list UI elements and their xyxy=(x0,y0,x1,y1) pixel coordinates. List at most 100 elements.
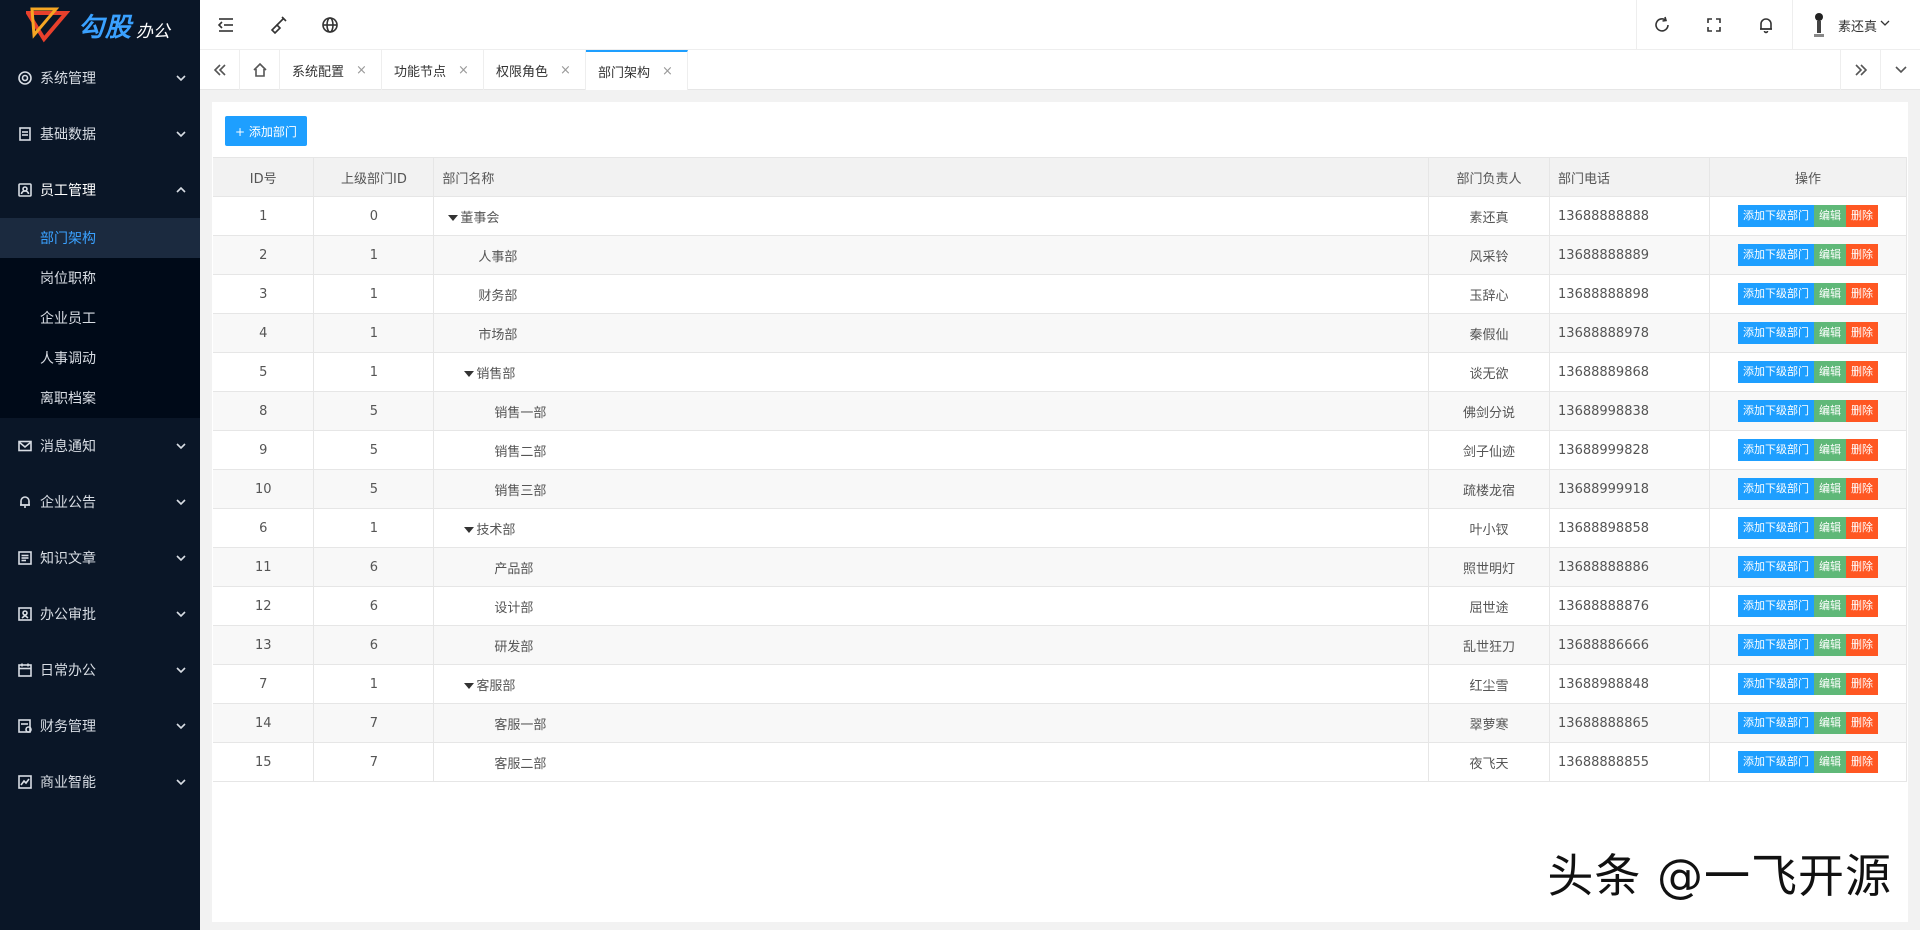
edit-button[interactable]: 编辑 xyxy=(1814,400,1846,422)
delete-button[interactable]: 删除 xyxy=(1846,712,1878,734)
delete-button[interactable]: 删除 xyxy=(1846,556,1878,578)
delete-button[interactable]: 删除 xyxy=(1846,517,1878,539)
edit-button[interactable]: 编辑 xyxy=(1814,751,1846,773)
edit-button[interactable]: 编辑 xyxy=(1814,517,1846,539)
table-row[interactable]: 9 5 销售二部 剑子仙迹 13688999828 添加下级部门 编辑 删除 xyxy=(213,430,1907,470)
delete-button[interactable]: 删除 xyxy=(1846,283,1878,305)
edit-button[interactable]: 编辑 xyxy=(1814,322,1846,344)
tabs-scroll-left-icon[interactable] xyxy=(200,50,240,90)
table-row[interactable]: 13 6 研发部 乱世狂刀 13688886666 添加下级部门 编辑 删除 xyxy=(213,625,1907,665)
sidebar-item-finance[interactable]: 财务管理 xyxy=(0,698,200,754)
globe-icon[interactable] xyxy=(304,0,356,50)
edit-button[interactable]: 编辑 xyxy=(1814,478,1846,500)
sidebar-item-document[interactable]: 基础数据 xyxy=(0,106,200,162)
add-sub-department-button[interactable]: 添加下级部门 xyxy=(1738,244,1814,266)
logo[interactable]: 勾股 办公 xyxy=(0,0,200,50)
sidebar-subitem[interactable]: 人事调动 xyxy=(0,338,200,378)
table-row[interactable]: 1 0 董事会 素还真 13688888888 添加下级部门 编辑 删除 xyxy=(213,196,1907,236)
tab-item[interactable]: 系统配置 × xyxy=(280,50,382,90)
edit-button[interactable]: 编辑 xyxy=(1814,244,1846,266)
add-department-button[interactable]: + 添加部门 xyxy=(225,116,307,146)
close-icon[interactable]: × xyxy=(560,63,571,78)
edit-button[interactable]: 编辑 xyxy=(1814,556,1846,578)
user-menu[interactable]: 素还真 xyxy=(1810,0,1920,50)
delete-button[interactable]: 删除 xyxy=(1846,439,1878,461)
sidebar-item-mail[interactable]: 消息通知 xyxy=(0,418,200,474)
table-row[interactable]: 6 1 技术部 叶小钗 13688898858 添加下级部门 编辑 删除 xyxy=(213,508,1907,548)
tab-item[interactable]: 部门架构 × xyxy=(586,50,688,90)
tabs-scroll-right-icon[interactable] xyxy=(1840,50,1880,90)
delete-button[interactable]: 删除 xyxy=(1846,244,1878,266)
delete-button[interactable]: 删除 xyxy=(1846,361,1878,383)
sidebar-item-bell[interactable]: 企业公告 xyxy=(0,474,200,530)
table-row[interactable]: 2 1 人事部 风采铃 13688888889 添加下级部门 编辑 删除 xyxy=(213,235,1907,275)
sidebar-item-article[interactable]: 知识文章 xyxy=(0,530,200,586)
sidebar-subitem[interactable]: 部门架构 xyxy=(0,218,200,258)
table-row[interactable]: 11 6 产品部 照世明灯 13688888886 添加下级部门 编辑 删除 xyxy=(213,547,1907,587)
delete-button[interactable]: 删除 xyxy=(1846,205,1878,227)
add-sub-department-button[interactable]: 添加下级部门 xyxy=(1738,439,1814,461)
add-sub-department-button[interactable]: 添加下级部门 xyxy=(1738,400,1814,422)
add-sub-department-button[interactable]: 添加下级部门 xyxy=(1738,478,1814,500)
sidebar-subitem[interactable]: 岗位职称 xyxy=(0,258,200,298)
delete-button[interactable]: 删除 xyxy=(1846,478,1878,500)
table-row[interactable]: 15 7 客服二部 夜飞天 13688888855 添加下级部门 编辑 删除 xyxy=(213,742,1907,782)
delete-button[interactable]: 删除 xyxy=(1846,634,1878,656)
tab-item[interactable]: 权限角色 × xyxy=(484,50,586,90)
table-row[interactable]: 5 1 销售部 谈无欲 13688889868 添加下级部门 编辑 删除 xyxy=(213,352,1907,392)
edit-button[interactable]: 编辑 xyxy=(1814,634,1846,656)
edit-button[interactable]: 编辑 xyxy=(1814,205,1846,227)
expand-triangle-icon[interactable] xyxy=(464,527,475,533)
delete-button[interactable]: 删除 xyxy=(1846,751,1878,773)
edit-button[interactable]: 编辑 xyxy=(1814,673,1846,695)
edit-button[interactable]: 编辑 xyxy=(1814,439,1846,461)
add-sub-department-button[interactable]: 添加下级部门 xyxy=(1738,205,1814,227)
edit-button[interactable]: 编辑 xyxy=(1814,283,1846,305)
add-sub-department-button[interactable]: 添加下级部门 xyxy=(1738,595,1814,617)
delete-button[interactable]: 删除 xyxy=(1846,322,1878,344)
close-icon[interactable]: × xyxy=(458,63,469,78)
table-row[interactable]: 3 1 财务部 玉辞心 13688888898 添加下级部门 编辑 删除 xyxy=(213,274,1907,314)
tabs-menu-chevron-down-icon[interactable] xyxy=(1880,50,1920,90)
add-sub-department-button[interactable]: 添加下级部门 xyxy=(1738,634,1814,656)
sidebar-item-calendar[interactable]: 日常办公 xyxy=(0,642,200,698)
close-icon[interactable]: × xyxy=(356,63,367,78)
expand-triangle-icon[interactable] xyxy=(464,683,475,689)
delete-button[interactable]: 删除 xyxy=(1846,673,1878,695)
delete-button[interactable]: 删除 xyxy=(1846,595,1878,617)
home-tab-icon[interactable] xyxy=(240,50,280,90)
sidebar-item-approval[interactable]: 办公审批 xyxy=(0,586,200,642)
add-sub-department-button[interactable]: 添加下级部门 xyxy=(1738,517,1814,539)
sidebar-item-user-card[interactable]: 员工管理 xyxy=(0,162,200,218)
add-sub-department-button[interactable]: 添加下级部门 xyxy=(1738,283,1814,305)
delete-button[interactable]: 删除 xyxy=(1846,400,1878,422)
edit-button[interactable]: 编辑 xyxy=(1814,595,1846,617)
refresh-icon[interactable] xyxy=(1636,0,1688,50)
sidebar-item-settings[interactable]: 系统管理 xyxy=(0,50,200,106)
add-sub-department-button[interactable]: 添加下级部门 xyxy=(1738,556,1814,578)
edit-button[interactable]: 编辑 xyxy=(1814,361,1846,383)
menu-collapse-icon[interactable] xyxy=(200,0,252,50)
table-row[interactable]: 7 1 客服部 红尘雪 13688988848 添加下级部门 编辑 删除 xyxy=(213,664,1907,704)
table-row[interactable]: 10 5 销售三部 疏楼龙宿 13688999918 添加下级部门 编辑 删除 xyxy=(213,469,1907,509)
close-icon[interactable]: × xyxy=(662,64,673,79)
add-sub-department-button[interactable]: 添加下级部门 xyxy=(1738,361,1814,383)
notification-bell-icon[interactable] xyxy=(1740,0,1792,50)
expand-triangle-icon[interactable] xyxy=(448,215,459,221)
expand-triangle-icon[interactable] xyxy=(464,371,475,377)
table-row[interactable]: 4 1 市场部 秦假仙 13688888978 添加下级部门 编辑 删除 xyxy=(213,313,1907,353)
sidebar-subitem[interactable]: 离职档案 xyxy=(0,378,200,418)
add-sub-department-button[interactable]: 添加下级部门 xyxy=(1738,751,1814,773)
table-row[interactable]: 12 6 设计部 屈世途 13688888876 添加下级部门 编辑 删除 xyxy=(213,586,1907,626)
add-sub-department-button[interactable]: 添加下级部门 xyxy=(1738,673,1814,695)
brush-icon[interactable] xyxy=(252,0,304,50)
fullscreen-icon[interactable] xyxy=(1688,0,1740,50)
tab-item[interactable]: 功能节点 × xyxy=(382,50,484,90)
table-row[interactable]: 8 5 销售一部 佛剑分说 13688998838 添加下级部门 编辑 删除 xyxy=(213,391,1907,431)
sidebar-item-chart[interactable]: 商业智能 xyxy=(0,754,200,810)
add-sub-department-button[interactable]: 添加下级部门 xyxy=(1738,712,1814,734)
table-row[interactable]: 14 7 客服一部 翠萝寒 13688888865 添加下级部门 编辑 删除 xyxy=(213,703,1907,743)
add-sub-department-button[interactable]: 添加下级部门 xyxy=(1738,322,1814,344)
sidebar-subitem[interactable]: 企业员工 xyxy=(0,298,200,338)
edit-button[interactable]: 编辑 xyxy=(1814,712,1846,734)
